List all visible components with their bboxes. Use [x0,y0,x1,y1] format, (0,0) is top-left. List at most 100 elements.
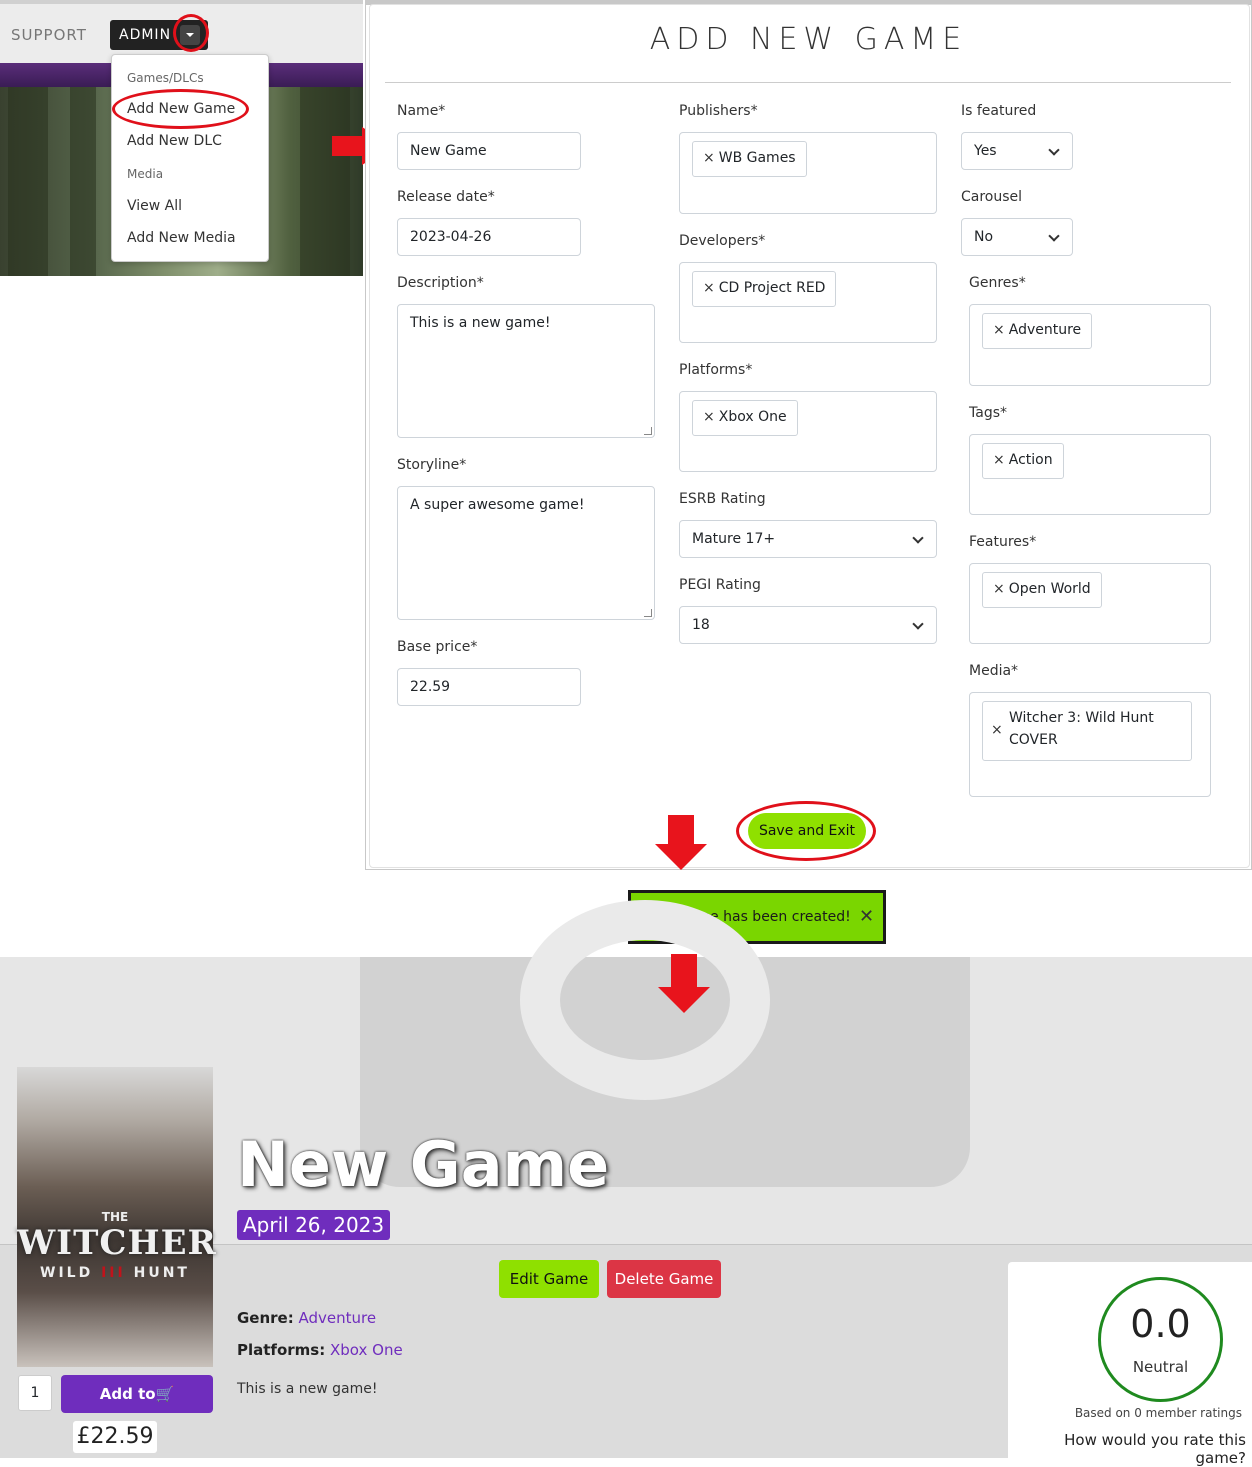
esrb-select[interactable]: Mature 17+ [679,520,937,558]
annotation-oval-add-new-game [112,89,249,129]
cover-logo-hunt: HUNT [133,1265,190,1281]
features-multiselect[interactable]: × Open World [969,563,1211,644]
media-chip-label-line2: COVER [1009,732,1058,748]
pegi-selected-value: 18 [692,617,710,633]
platforms-label: Platforms* [679,362,753,378]
admin-dropdown-menu: Games/DLCs Add New Game Add New DLC Medi… [111,54,269,262]
pegi-label: PEGI Rating [679,577,761,593]
remove-chip-icon[interactable]: × [993,322,1005,338]
game-title: New Game [237,1128,610,1201]
remove-chip-icon[interactable]: × [993,581,1005,597]
genre-row: Genre: Adventure [237,1309,376,1327]
platform-link[interactable]: Xbox One [330,1341,403,1359]
add-to-cart-button[interactable]: Add to🛒 [61,1375,213,1413]
nav-support-link[interactable]: SUPPORT [11,26,87,44]
genres-label: Genres* [969,275,1026,291]
storyline-label: Storyline* [397,457,467,473]
is-featured-select[interactable]: Yes [961,132,1073,170]
platform-chip: × Xbox One [692,400,798,436]
tag-chip-label: Action [1008,452,1053,468]
dropdown-header-games: Games/DLCs [127,71,204,85]
resize-grip-icon[interactable] [644,609,652,617]
game-price: £22.59 [73,1421,157,1453]
chevron-down-icon [1048,144,1060,156]
remove-chip-icon[interactable]: × [703,280,715,296]
chevron-down-icon [912,618,924,630]
pegi-select[interactable]: 18 [679,606,937,644]
carousel-selected-value: No [974,229,994,245]
rating-score: 0.0 [1130,1302,1191,1346]
platforms-row: Platforms: Xbox One [237,1341,403,1359]
banner-tree-shape [70,87,96,276]
media-label: Media* [969,663,1019,679]
platforms-multiselect[interactable]: × Xbox One [679,391,937,472]
tags-multiselect[interactable]: × Action [969,434,1211,515]
publishers-multiselect[interactable]: × WB Games [679,132,937,214]
publishers-label: Publishers* [679,103,758,119]
tag-chip: × Action [982,443,1064,479]
feature-chip-label: Open World [1008,581,1091,597]
is-featured-label: Is featured [961,103,1037,119]
developer-chip-label: CD Project RED [718,280,826,296]
game-description: This is a new game! [237,1381,378,1397]
delete-game-button[interactable]: Delete Game [607,1260,721,1298]
dropdown-item-add-new-media[interactable]: Add New Media [127,230,236,246]
genre-chip: × Adventure [982,313,1093,349]
platforms-label: Platforms: [237,1341,326,1359]
carousel-select[interactable]: No [961,218,1073,256]
developers-label: Developers* [679,233,766,249]
platform-chip-label: Xbox One [718,409,787,425]
description-text: This is a new game! [410,315,551,331]
annotation-oval-save [736,801,876,861]
resize-grip-icon[interactable] [644,427,652,435]
developers-multiselect[interactable]: × CD Project RED [679,262,937,343]
tags-label: Tags* [969,405,1007,421]
storyline-textarea[interactable]: A super awesome game! [397,486,655,620]
hero-placeholder-ring [520,900,770,1100]
annotation-circle-admin-toggle [173,14,209,52]
release-date-label: Release date* [397,189,495,205]
name-input[interactable]: New Game [397,132,581,170]
media-chip: × Witcher 3: Wild Hunt COVER [982,701,1192,761]
edit-game-button[interactable]: Edit Game [499,1260,599,1298]
remove-chip-icon[interactable]: × [993,452,1005,468]
cover-logo-witcher: WITCHER [17,1223,217,1263]
toast-close-icon[interactable]: ✕ [859,906,874,927]
rate-this-game-prompt[interactable]: How would you rate this game? [1010,1431,1246,1467]
base-price-input[interactable]: 22.59 [397,668,581,706]
admin-menu-label: ADMIN [119,27,172,43]
remove-chip-icon[interactable]: × [703,150,715,166]
genres-multiselect[interactable]: × Adventure [969,304,1211,386]
dropdown-header-media: Media [127,167,164,181]
annotation-arrow-down [668,815,694,845]
dropdown-item-view-all[interactable]: View All [127,198,182,214]
chevron-down-icon [912,532,924,544]
annotation-arrow-down-head [655,844,707,870]
esrb-label: ESRB Rating [679,491,766,507]
feature-chip: × Open World [982,572,1102,608]
esrb-selected-value: Mature 17+ [692,531,776,547]
dropdown-item-add-new-dlc[interactable]: Add New DLC [127,133,222,149]
release-date-input[interactable]: 2023-04-26 [397,218,581,256]
media-chip-label-line1: Witcher 3: Wild Hunt [1009,710,1154,726]
cart-icon: 🛒 [155,1385,175,1403]
media-multiselect[interactable]: × Witcher 3: Wild Hunt COVER [969,692,1211,797]
quantity-input[interactable]: 1 [18,1375,52,1411]
cover-logo-the: THE [101,1210,129,1224]
rating-label: Neutral [1132,1358,1189,1376]
description-textarea[interactable]: This is a new game! [397,304,655,438]
storyline-text: A super awesome game! [410,497,585,513]
annotation-arrow-down [671,954,697,988]
genre-label: Genre: [237,1309,294,1327]
genre-link[interactable]: Adventure [299,1309,377,1327]
remove-chip-icon[interactable]: × [991,722,1003,738]
is-featured-selected-value: Yes [974,143,997,159]
chevron-down-icon [1048,230,1060,242]
cover-logo-subtitle: WILD III HUNT [17,1265,213,1281]
add-to-cart-label: Add to [99,1385,156,1403]
annotation-arrow-right [332,136,364,156]
remove-chip-icon[interactable]: × [703,409,715,425]
rating-count: Based on 0 member ratings [1074,1406,1242,1420]
description-label: Description* [397,275,484,291]
developer-chip: × CD Project RED [692,271,837,307]
